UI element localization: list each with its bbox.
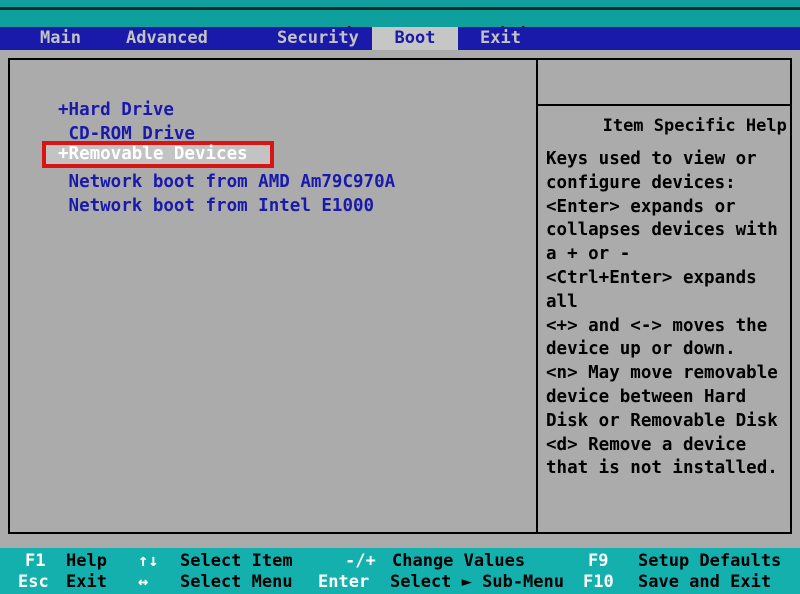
key-enter-action: Select ► Sub-Menu [390,572,564,592]
help-text: Keys used to view or configure devices: … [546,148,790,481]
key-leftright-action: Select Menu [180,572,293,592]
menu-item-boot[interactable]: Boot [372,27,458,50]
title-bar: PhoenixBIOS Setup Utility [0,10,800,27]
key-f9: F9 [588,551,608,571]
key-f9-action: Setup Defaults [638,551,781,571]
boot-item-hard-drive[interactable]: +Hard Drive [58,98,174,122]
help-line: that is not installed. [546,457,790,481]
help-line: <+> and <-> moves the [546,315,790,339]
key-esc: Esc [18,572,49,592]
help-line: <d> Remove a device [546,434,790,458]
panel-divider [536,60,538,532]
bios-screen: PhoenixBIOS Setup Utility Main Advanced … [0,0,800,594]
menu-bar: Main Advanced Security Boot Exit [0,27,800,50]
menu-item-exit[interactable]: Exit [480,27,521,50]
key-updown-icon: ↑↓ [138,551,158,571]
key-minusplus: -/+ [345,551,376,571]
main-panel: +Hard Drive CD-ROM Drive +Removable Devi… [8,58,792,534]
help-line: collapses devices with [546,219,790,243]
help-line: a + or - [546,243,790,267]
help-line: <n> May move removable [546,362,790,386]
help-line: <Ctrl+Enter> expands [546,267,790,291]
menu-item-main[interactable]: Main [40,27,81,50]
key-f1: F1 [25,551,45,571]
help-panel-header: Item Specific Help [538,60,790,106]
key-minusplus-action: Change Values [392,551,525,571]
menu-item-advanced[interactable]: Advanced [126,27,208,50]
boot-item-removable-devices[interactable]: +Removable Devices [46,145,270,164]
help-line: Keys used to view or [546,148,790,172]
boot-item-network-amd[interactable]: Network boot from AMD Am79C970A [58,170,395,194]
menu-item-security[interactable]: Security [277,27,359,50]
top-teal-strip [0,0,800,7]
help-line: Disk or Removable Disk [546,410,790,434]
help-panel-title: Item Specific Help [603,116,787,136]
help-line: <Enter> expands or [546,196,790,220]
help-line: all [546,291,790,315]
key-leftright-icon: ↔ [138,572,148,592]
key-f10-action: Save and Exit [638,572,771,592]
key-f10: F10 [583,572,614,592]
key-enter: Enter [318,572,369,592]
key-updown-action: Select Item [180,551,293,571]
help-line: device up or down. [546,338,790,362]
key-hints-bar: F1 Help ↑↓ Select Item -/+ Change Values… [0,548,800,594]
highlight-annotation-box: +Removable Devices [42,141,274,168]
key-f1-action: Help [66,551,107,571]
help-line: device between Hard [546,386,790,410]
key-esc-action: Exit [66,572,107,592]
boot-item-network-intel[interactable]: Network boot from Intel E1000 [58,194,374,218]
help-line: configure devices: [546,172,790,196]
